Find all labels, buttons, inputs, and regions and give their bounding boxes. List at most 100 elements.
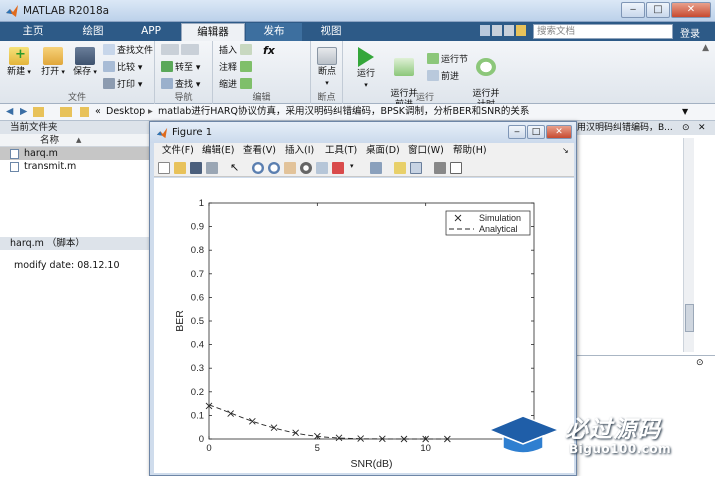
breakpoints-button[interactable]: 断点 ▾ xyxy=(312,45,342,89)
menu-window[interactable]: 窗口(W) xyxy=(408,143,444,159)
save-figure-icon[interactable] xyxy=(190,162,202,174)
new-figure-icon[interactable] xyxy=(158,162,170,174)
figure-close-button[interactable]: ✕ xyxy=(546,125,572,139)
legend-label: Simulation xyxy=(479,213,521,223)
back-forward-buttons[interactable] xyxy=(161,44,201,57)
editor-scrollbar[interactable] xyxy=(683,138,694,352)
fx-button[interactable]: fx xyxy=(263,44,275,57)
watermark-text: 必过源码 xyxy=(565,417,661,443)
watermark-url: Biguo100.com xyxy=(569,442,672,456)
compare-button[interactable]: 比较 ▾ xyxy=(103,61,142,74)
menu-file[interactable]: 文件(F) xyxy=(162,143,194,159)
address-dropdown-icon[interactable]: ▼ xyxy=(682,104,688,120)
menu-desktop[interactable]: 桌面(D) xyxy=(366,143,400,159)
panel-menu-icon[interactable]: ⊙ xyxy=(682,121,690,135)
insert-button[interactable]: 插入 xyxy=(219,44,254,57)
new-file-icon: + xyxy=(9,47,29,65)
ribbon-section-navigate: 转至 ▾ 查找 ▾ 导航 xyxy=(155,41,213,104)
hide-plot-tools-icon[interactable] xyxy=(434,162,446,174)
brush-icon[interactable] xyxy=(332,162,344,174)
rotate-3d-icon[interactable] xyxy=(300,162,312,174)
tab-home[interactable]: 主页 xyxy=(2,23,64,41)
m-file-icon xyxy=(10,149,19,159)
ribbon-section-label: 编辑 xyxy=(252,93,271,103)
minimize-button[interactable]: ‒ xyxy=(621,2,645,18)
menu-edit[interactable]: 编辑(E) xyxy=(202,143,234,159)
current-folder-panel: 当前文件夹 名称 ▲ harq.m transmit.m xyxy=(0,121,155,500)
edit-plot-arrow-icon[interactable]: ↖ xyxy=(230,162,242,174)
tab-publish[interactable]: 发布 xyxy=(246,23,302,41)
breadcrumb-desktop[interactable]: Desktop xyxy=(106,104,145,120)
tab-view[interactable]: 视图 xyxy=(303,23,359,41)
ribbon-collapse-icon[interactable]: ▲ xyxy=(702,43,709,53)
undo-icon[interactable] xyxy=(516,25,526,36)
ribbon-section-file: + 新建 ▾ 打开 ▾ 保存 ▾ 查找文件 比较 ▾ 打印 ▾ 文件 xyxy=(0,41,155,104)
print-figure-icon[interactable] xyxy=(206,162,218,174)
menu-view[interactable]: 查看(V) xyxy=(243,143,276,159)
forward-arrow-icon xyxy=(181,44,199,55)
breadcrumb-current-folder[interactable]: matlab进行HARQ协议仿真，采用汉明码纠错编码，BPSK调制，分析BER和… xyxy=(158,104,529,120)
watermark-logo: 必过源码 Biguo100.com xyxy=(485,408,715,468)
insert-legend-icon[interactable] xyxy=(410,162,422,174)
forward-arrow-icon[interactable]: ▶ xyxy=(20,104,27,120)
menu-dock-icon[interactable]: ↘ xyxy=(562,143,569,159)
file-list-item[interactable]: transmit.m xyxy=(0,160,154,173)
root-folder-icon xyxy=(80,107,89,117)
advance-button[interactable]: 前进 xyxy=(427,70,459,83)
comment-button[interactable]: 注释 xyxy=(219,61,254,74)
close-button[interactable]: ✕ xyxy=(671,2,711,18)
data-cursor-icon[interactable] xyxy=(316,162,328,174)
show-plot-tools-icon[interactable] xyxy=(450,162,462,174)
copy-icon[interactable] xyxy=(504,25,514,36)
tab-apps[interactable]: APP xyxy=(122,23,180,41)
path-overflow-indicator[interactable]: « xyxy=(95,104,101,120)
up-folder-icon[interactable] xyxy=(33,107,44,117)
matlab-logo-icon xyxy=(6,5,18,17)
cut-icon[interactable] xyxy=(492,25,502,36)
zoom-out-icon[interactable] xyxy=(268,162,280,174)
login-link[interactable]: 登录 xyxy=(680,25,700,40)
ribbon-section-edit: 插入 fx 注释 缩进 编辑 xyxy=(213,41,311,104)
run-button[interactable]: 运行 ▾ xyxy=(349,45,383,91)
tab-plots[interactable]: 绘图 xyxy=(64,23,122,41)
new-button[interactable]: + 新建 ▾ xyxy=(4,45,34,78)
figure-maximize-button[interactable]: □ xyxy=(527,125,545,139)
back-arrow-icon[interactable]: ◀ xyxy=(6,104,13,120)
figure-minimize-button[interactable]: ‒ xyxy=(508,125,526,139)
name-column-header[interactable]: 名称 ▲ xyxy=(0,134,154,147)
link-plot-icon[interactable] xyxy=(370,162,382,174)
figure-title-bar: Figure 1 ‒ □ ✕ xyxy=(150,122,576,143)
stopwatch-icon xyxy=(476,58,496,76)
tab-editor[interactable]: 编辑器 xyxy=(181,23,245,41)
search-documentation-input[interactable]: 搜索文档 xyxy=(533,24,673,39)
open-button[interactable]: 打开 ▾ xyxy=(38,45,68,78)
file-list-item[interactable]: harq.m xyxy=(0,147,154,160)
menu-help[interactable]: 帮助(H) xyxy=(453,143,487,159)
axes-box xyxy=(208,202,535,440)
graduation-cap-icon xyxy=(487,415,562,454)
scrollbar-thumb[interactable] xyxy=(685,304,694,332)
run-section-button[interactable]: 运行节 xyxy=(427,53,468,66)
find-files-button[interactable]: 查找文件 xyxy=(103,44,153,57)
save-button[interactable]: 保存 ▾ xyxy=(70,45,100,78)
menu-tools[interactable]: 工具(T) xyxy=(325,143,357,159)
insert-colorbar-icon[interactable] xyxy=(394,162,406,174)
zoom-in-icon[interactable] xyxy=(252,162,264,174)
open-folder-icon xyxy=(43,47,63,65)
breadcrumb-separator: ▸ xyxy=(148,106,153,117)
save-icon[interactable] xyxy=(480,25,490,36)
goto-button[interactable]: 转至 ▾ xyxy=(161,61,200,74)
find-files-icon xyxy=(103,44,115,55)
y-tick-label: 0 xyxy=(199,434,204,445)
pan-hand-icon[interactable] xyxy=(284,162,296,174)
panel-menu-icon[interactable]: ⊙ xyxy=(696,358,704,368)
browse-folder-icon[interactable] xyxy=(60,107,72,117)
panel-close-icon[interactable]: ✕ xyxy=(698,121,706,135)
maximize-button[interactable]: □ xyxy=(646,2,670,18)
breakpoints-icon xyxy=(317,47,337,65)
run-section-icon xyxy=(427,53,439,64)
open-file-icon[interactable] xyxy=(174,162,186,174)
brush-dropdown-icon[interactable]: ▾ xyxy=(350,162,362,174)
x-tick-label: 0 xyxy=(206,443,211,454)
menu-insert[interactable]: 插入(I) xyxy=(285,143,314,159)
